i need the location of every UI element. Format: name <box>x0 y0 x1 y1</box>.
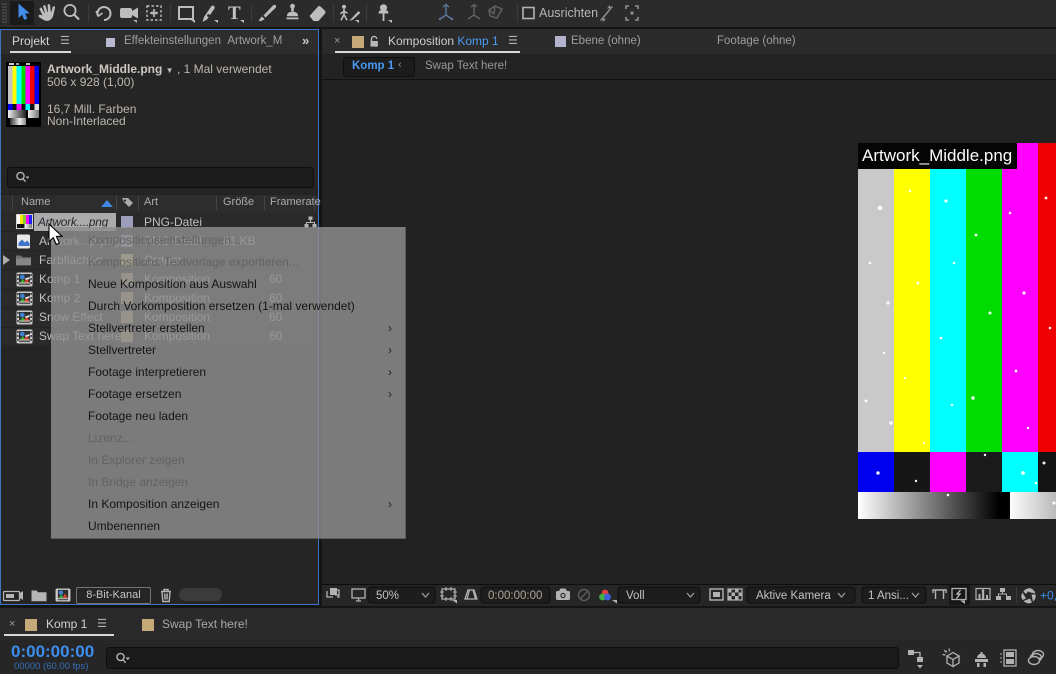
svg-text:+0,: +0, <box>1040 589 1056 603</box>
svg-text:Voll: Voll <box>626 590 645 602</box>
svg-text:0:00:00:00: 0:00:00:00 <box>488 590 542 602</box>
svg-text:Aktive Kamera: Aktive Kamera <box>756 590 831 602</box>
svg-text:50%: 50% <box>376 590 399 602</box>
svg-text:Ausrichten: Ausrichten <box>539 6 598 20</box>
svg-text:1 Ansi...: 1 Ansi... <box>868 590 909 602</box>
svg-text:T: T <box>228 3 241 24</box>
